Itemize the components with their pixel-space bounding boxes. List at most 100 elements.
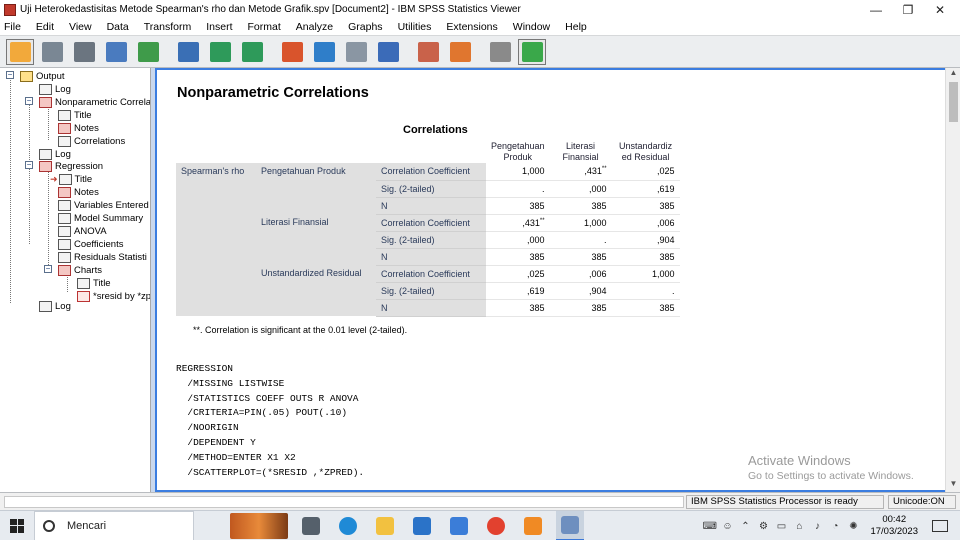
goto-variable-button[interactable] [342, 39, 370, 65]
network-icon[interactable]: ⌂ [792, 521, 806, 532]
print-button[interactable] [70, 39, 98, 65]
menu-help[interactable]: Help [561, 21, 592, 33]
table-cell: 385 [611, 299, 680, 317]
tree-item-chart-title[interactable]: Title [77, 277, 111, 289]
tree-item-model-summary[interactable]: Model Summary [58, 212, 143, 224]
undo-button[interactable] [206, 39, 234, 65]
notes-icon [58, 122, 71, 134]
tree-toggle-output[interactable]: − [6, 71, 14, 79]
script-button[interactable] [446, 39, 474, 65]
menu-analyze[interactable]: Analyze [292, 21, 338, 33]
tree-item-title[interactable]: ➜ Title [50, 173, 92, 185]
scroll-down-icon[interactable]: ▼ [946, 479, 960, 492]
drive-icon[interactable]: ▭ [774, 521, 788, 532]
hide-button[interactable] [486, 39, 514, 65]
tree-item-title[interactable]: Title [58, 109, 92, 121]
volume-icon[interactable]: ♪ [810, 521, 824, 532]
variables-button[interactable] [374, 39, 402, 65]
insert-output-button[interactable] [518, 38, 546, 65]
table-cell: 385 [611, 248, 680, 266]
content-vertical-scrollbar[interactable]: ▲ ▼ [945, 68, 960, 492]
tree-item-notes[interactable]: Notes [58, 186, 99, 198]
taskbar-search-box[interactable]: Mencari [34, 510, 194, 540]
tree-item-variables-entered[interactable]: Variables Entered [58, 199, 149, 211]
tree-toggle-nonparametric[interactable]: − [25, 97, 33, 105]
print-preview-button[interactable] [102, 39, 130, 65]
menu-file[interactable]: File [0, 21, 26, 33]
start-button[interactable] [0, 511, 34, 540]
tree-label: Nonparametric Correla [55, 96, 151, 108]
tree-toggle-charts[interactable]: − [44, 265, 52, 273]
wifi-icon[interactable]: ◔ [828, 521, 842, 532]
search-highlight-image[interactable] [230, 512, 288, 539]
tree-item-anova[interactable]: ANOVA [58, 225, 107, 237]
save-button[interactable] [38, 39, 66, 65]
scroll-up-icon[interactable]: ▲ [946, 68, 960, 81]
chevron-up-icon[interactable]: ⌃ [738, 521, 752, 532]
spss-icon [561, 515, 579, 534]
recall-dialog-button[interactable] [174, 39, 202, 65]
table-cell: ,000 [549, 180, 612, 198]
security-icon[interactable]: ⚙ [756, 521, 770, 532]
notifications-icon[interactable] [932, 520, 948, 532]
menu-view[interactable]: View [65, 21, 97, 33]
menu-edit[interactable]: Edit [32, 21, 59, 33]
goto-data-button[interactable] [278, 39, 306, 65]
tree-item-correlations[interactable]: Correlations [58, 135, 125, 147]
chrome-icon [487, 516, 505, 535]
tree-item-scatterplot[interactable]: *sresid by *zp [77, 290, 150, 302]
keyboard-icon[interactable]: ⌨ [702, 521, 716, 532]
tree-item-regression[interactable]: Regression [39, 160, 103, 172]
settings-icon[interactable]: ✺ [846, 521, 860, 532]
tree-item-log[interactable]: Log [39, 83, 71, 95]
tree-item-coefficients[interactable]: Coefficients [58, 238, 123, 250]
maximize-button[interactable]: ❐ [892, 0, 924, 19]
menu-utilities[interactable]: Utilities [394, 21, 437, 33]
chrome-taskbar-button[interactable] [482, 511, 510, 540]
correlations-table[interactable]: Pengetahuan Produk Literasi Finansial Unst… [176, 141, 680, 317]
close-button[interactable]: ✕ [924, 0, 956, 19]
menu-data[interactable]: Data [103, 21, 134, 33]
statistic-label: N [376, 197, 486, 215]
clock[interactable]: 00:42 17/03/2023 [870, 514, 918, 538]
task-view-taskbar-button[interactable] [297, 511, 325, 540]
tree-item-output[interactable]: Output [20, 70, 65, 82]
store-taskbar-button[interactable] [445, 511, 473, 540]
export-button[interactable] [134, 39, 162, 65]
menu-window[interactable]: Window [509, 21, 555, 33]
menu-format[interactable]: Format [244, 21, 286, 33]
tree-label: Variables Entered [74, 199, 149, 211]
scroll-thumb[interactable] [949, 82, 958, 122]
table-cell: 1,000 [486, 163, 550, 181]
mail-icon [413, 516, 431, 535]
edge-taskbar-button[interactable] [334, 511, 362, 540]
open-button[interactable] [6, 38, 34, 65]
tree-item-log[interactable]: Log [39, 148, 71, 160]
section-title: Nonparametric Correlations [177, 85, 369, 101]
table-cell: 385 [549, 248, 612, 266]
tree-toggle-regression[interactable]: − [25, 161, 33, 169]
minimize-button[interactable]: — [860, 0, 892, 19]
tree-item-residuals-statistics[interactable]: Residuals Statisti [58, 251, 147, 263]
table-title[interactable]: Correlations [403, 124, 468, 136]
table-cell: ,006 [611, 214, 680, 232]
goto-case-button[interactable] [310, 39, 338, 65]
app-orange-taskbar-button[interactable] [519, 511, 547, 540]
mail-taskbar-button[interactable] [408, 511, 436, 540]
tree-item-charts[interactable]: Charts [58, 264, 102, 276]
redo-button[interactable] [238, 39, 266, 65]
menu-transform[interactable]: Transform [140, 21, 196, 33]
spss-taskbar-button[interactable] [556, 510, 584, 540]
menu-graphs[interactable]: Graphs [344, 21, 387, 33]
tree-item-notes[interactable]: Notes [58, 122, 99, 134]
file-explorer-taskbar-button[interactable] [371, 511, 399, 540]
show-all-button[interactable] [414, 39, 442, 65]
statistic-label: Sig. (2-tailed) [376, 282, 486, 300]
tree-item-nonparametric[interactable]: Nonparametric Correla [39, 96, 151, 108]
syntax-line: /CRITERIA=PIN(.05) POUT(.10) [176, 407, 348, 419]
menu-extensions[interactable]: Extensions [442, 21, 502, 33]
tree-label: Coefficients [74, 238, 124, 250]
menu-insert[interactable]: Insert [202, 21, 237, 33]
tree-item-log[interactable]: Log [39, 300, 71, 312]
user-icon[interactable]: ☺ [720, 521, 734, 532]
